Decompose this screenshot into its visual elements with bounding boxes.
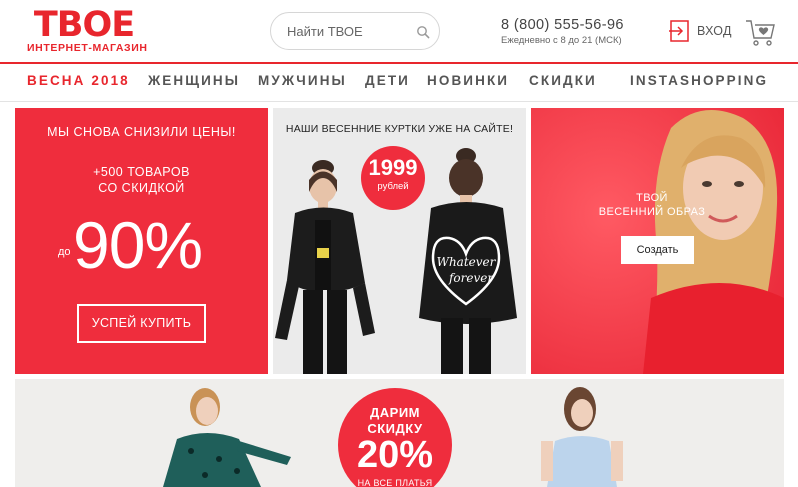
phone-number[interactable]: 8 (800) 555-56-96 <box>501 17 624 33</box>
price-currency: рублей <box>377 181 409 192</box>
search-icon[interactable] <box>416 25 430 39</box>
sale-percent: 90% <box>73 208 203 282</box>
jacket-print-line-1: Whatever <box>437 255 497 269</box>
dress-discount-percent: 20% <box>356 434 434 476</box>
logo-subtitle: ИНТЕРНЕТ-МАГАЗИН <box>27 42 148 54</box>
login-icon <box>669 20 689 42</box>
spring-look-text: ТВОЙ ВЕСЕННИЙ ОБРАЗ <box>587 191 717 219</box>
create-look-button[interactable]: Создать <box>621 236 694 264</box>
sale-subline: +500 ТОВАРОВ СО СКИДКОЙ <box>15 164 268 196</box>
hurry-buy-button[interactable]: УСПЕЙ КУПИТЬ <box>77 304 206 343</box>
header: ТВОЕ ИНТЕРНЕТ-МАГАЗИН 8 (800) 555-56-96 … <box>0 0 798 62</box>
spring-look-line-2: ВЕСЕННИЙ ОБРАЗ <box>598 206 706 218</box>
dress-discount-line-3: НА ВСЕ ПЛАТЬЯ <box>357 478 433 487</box>
nav-item-new[interactable]: НОВИНКИ <box>427 73 509 88</box>
spring-look-line-1: ТВОЙ <box>636 192 668 204</box>
sale-prefix: до <box>58 246 71 258</box>
sale-subline-2: СО СКИДКОЙ <box>98 181 185 195</box>
sale-subline-1: +500 ТОВАРОВ <box>93 165 190 179</box>
nav-item-spring-2018[interactable]: ВЕСНА 2018 <box>27 73 130 88</box>
dress-discount-line-1: ДАРИМ <box>370 405 420 420</box>
jackets-banner[interactable]: Whatever forever НАШИ ВЕСЕННИЕ КУРТКИ УЖ… <box>273 108 526 374</box>
price-badge: 1999 рублей <box>361 146 425 210</box>
logo[interactable]: ТВОЕ ИНТЕРНЕТ-МАГАЗИН <box>27 5 148 55</box>
working-hours: Ежедневно с 8 до 21 (МСК) <box>501 35 622 46</box>
sale-headline: МЫ СНОВА СНИЗИЛИ ЦЕНЫ! <box>47 125 236 139</box>
dresses-banner[interactable]: ДАРИМ СКИДКУ 20% НА ВСЕ ПЛАТЬЯ <box>15 379 784 487</box>
nav-item-sale[interactable]: СКИДКИ <box>529 73 597 88</box>
nav-item-women[interactable]: ЖЕНЩИНЫ <box>148 73 240 88</box>
spring-look-banner[interactable]: ТВОЙ ВЕСЕННИЙ ОБРАЗ Создать <box>531 108 784 374</box>
cart-icon[interactable] <box>744 16 776 48</box>
jackets-headline: НАШИ ВЕСЕННИЕ КУРТКИ УЖЕ НА САЙТЕ! <box>285 123 514 135</box>
main-navigation: ВЕСНА 2018 ЖЕНЩИНЫ МУЖЧИНЫ ДЕТИ НОВИНКИ … <box>0 62 798 102</box>
nav-item-kids[interactable]: ДЕТИ <box>365 73 410 88</box>
search-input[interactable] <box>285 22 405 40</box>
jacket-print-line-2: forever <box>448 271 494 285</box>
login-button[interactable]: ВХОД <box>668 18 732 44</box>
search-box[interactable] <box>270 12 440 50</box>
nav-item-instashopping[interactable]: INSTASHOPPING <box>630 73 768 88</box>
sale-banner[interactable]: МЫ СНОВА СНИЗИЛИ ЦЕНЫ! +500 ТОВАРОВ СО С… <box>15 108 268 374</box>
logo-word: ТВОЕ <box>33 5 135 45</box>
nav-item-men[interactable]: МУЖЧИНЫ <box>258 73 347 88</box>
price-value: 1999 <box>368 155 418 180</box>
login-label: ВХОД <box>697 24 732 38</box>
